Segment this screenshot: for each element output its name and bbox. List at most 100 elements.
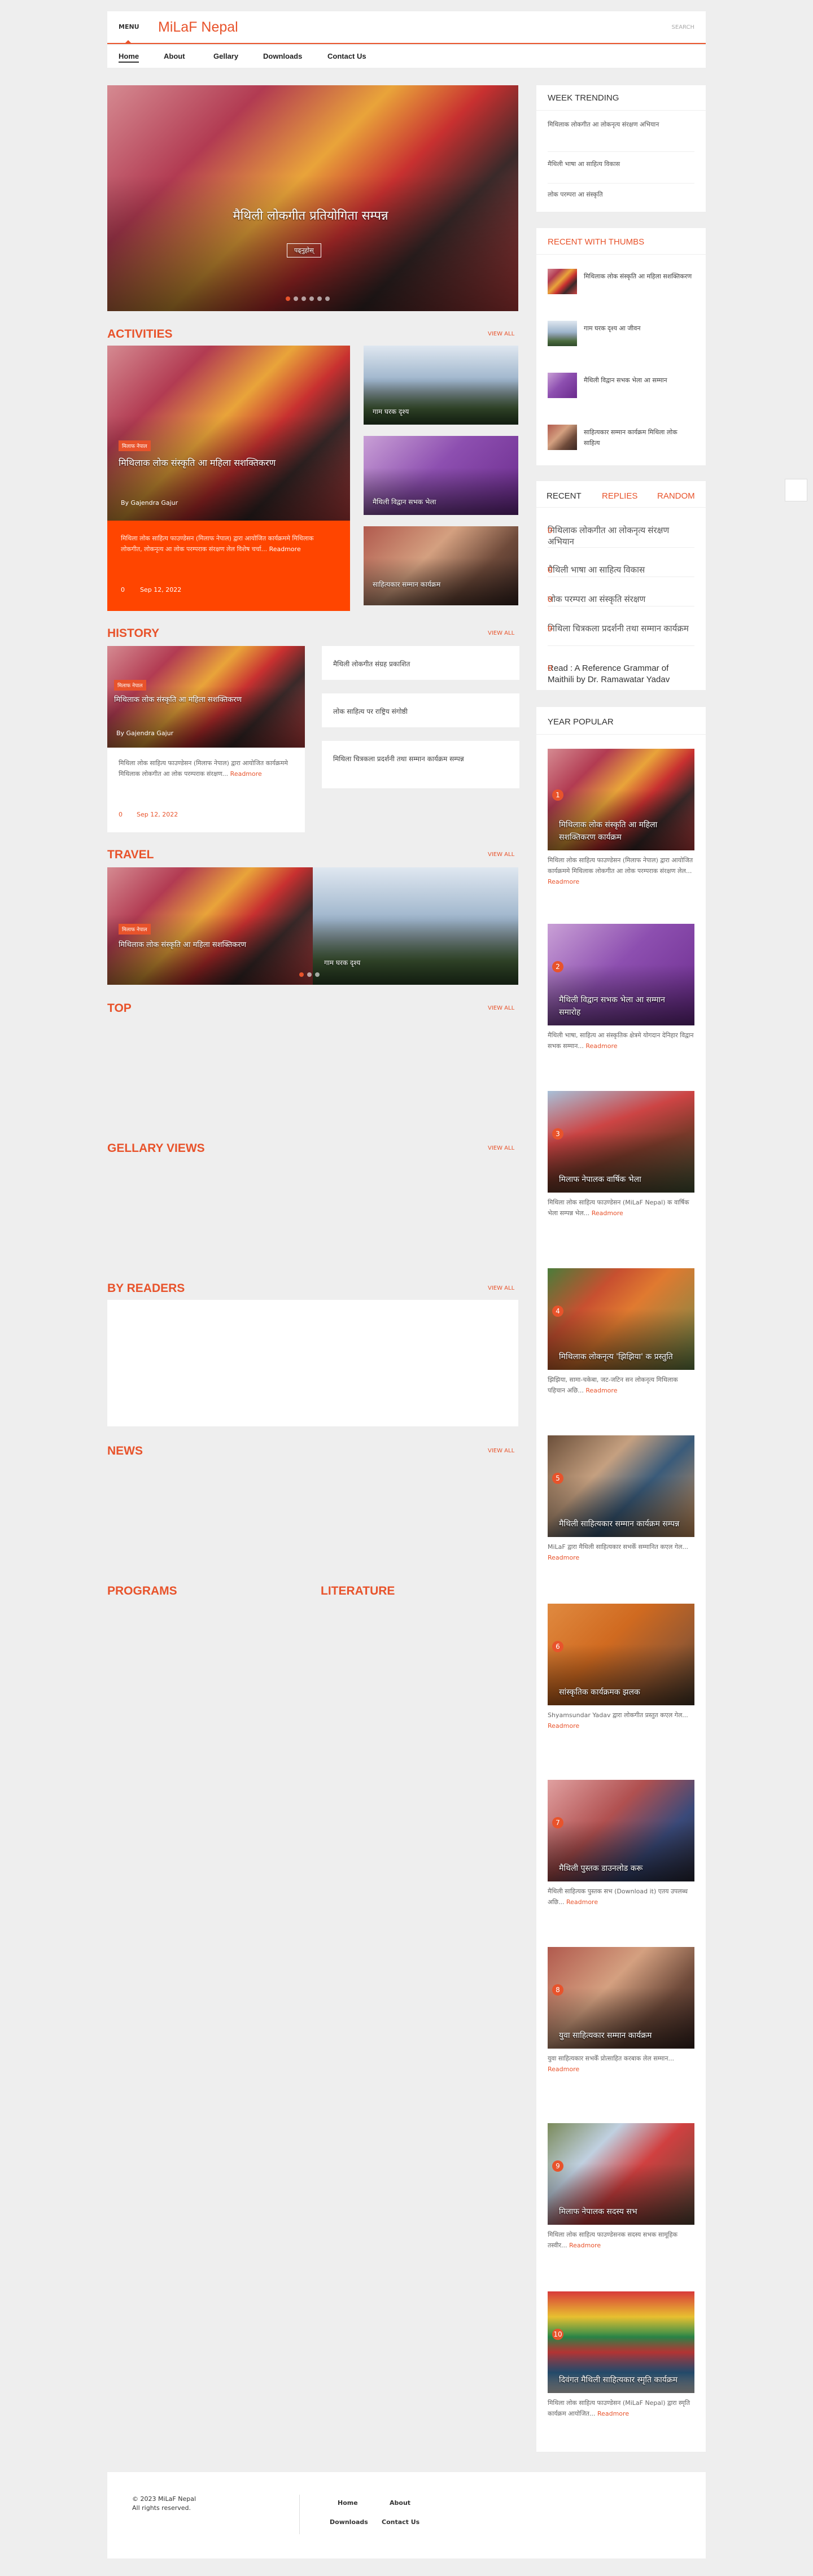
readmore-link[interactable]: Readmore bbox=[548, 1554, 579, 1561]
thumbnail[interactable] bbox=[548, 425, 577, 450]
comment-count[interactable]: 0 bbox=[548, 623, 552, 635]
popular-title[interactable]: मिलाफ नेपालक सदस्य सभ bbox=[559, 2206, 686, 2218]
tab-list-item[interactable]: मिथिला चित्रकला प्रदर्शनी तथा सम्मान कार… bbox=[548, 613, 694, 646]
history-main-author[interactable]: By Gajendra Gajur bbox=[116, 730, 173, 737]
readmore-link[interactable]: Readmore bbox=[597, 2410, 629, 2417]
slider-dot[interactable] bbox=[286, 296, 290, 301]
travel-slide-1[interactable]: मिलाफ नेपाल मिथिलाक लोक संस्कृति आ महिला… bbox=[107, 867, 313, 985]
category-badge[interactable]: मिलाफ नेपाल bbox=[119, 924, 151, 935]
recent-thumb-item[interactable]: गाम घरक दृश्य आ जीवन bbox=[548, 321, 694, 355]
comment-count[interactable]: 0 bbox=[119, 811, 123, 818]
readmore-link[interactable]: Readmore bbox=[585, 1387, 617, 1394]
thumbnail[interactable] bbox=[548, 373, 577, 398]
popular-title[interactable]: मैथिली पुस्तक डाउनलोड करू bbox=[559, 1862, 686, 1875]
footer-link-downloads[interactable]: Downloads bbox=[330, 2518, 368, 2526]
footer-link-home[interactable]: Home bbox=[338, 2499, 358, 2507]
travel-slide-title[interactable]: मिथिलाक लोक संस्कृति आ महिला सशक्तिकरण bbox=[119, 940, 305, 951]
history-list-item[interactable]: मैथिली लोकगीत संग्रह प्रकाशित bbox=[322, 646, 519, 680]
slider-dot[interactable] bbox=[309, 296, 314, 301]
popular-title[interactable]: मिथिलाक लोक संस्कृति आ महिला सशक्तिकरण क… bbox=[559, 819, 686, 844]
tab-list-text[interactable]: मैथिली भाषा आ साहित्य विकास bbox=[548, 565, 645, 576]
tab-random[interactable]: RANDOM bbox=[657, 491, 695, 501]
thumbnail[interactable] bbox=[548, 269, 577, 294]
recent-thumb-title[interactable]: साहित्यकार सम्मान कार्यक्रम मिथिला लोक स… bbox=[584, 427, 694, 448]
activity-side-image-2[interactable]: मैथिली विद्वान सभक भेला bbox=[364, 436, 518, 515]
popular-image[interactable]: 7 मैथिली पुस्तक डाउनलोड करू bbox=[548, 1780, 694, 1881]
slider-dot[interactable] bbox=[299, 972, 304, 977]
activity-main-image[interactable]: मिलाफ नेपाल मिथिलाक लोक संस्कृति आ महिला… bbox=[107, 346, 350, 521]
slider-dot[interactable] bbox=[325, 296, 330, 301]
trending-item[interactable]: लोक परम्परा आ संस्कृति bbox=[548, 189, 694, 206]
readmore-link[interactable]: Readmore bbox=[585, 1042, 617, 1050]
activity-side-image-1[interactable]: गाम घरक दृश्य bbox=[364, 346, 518, 425]
category-badge[interactable]: मिलाफ नेपाल bbox=[114, 680, 146, 691]
view-all-history[interactable]: VIEW ALL bbox=[488, 630, 514, 636]
readmore-link[interactable]: Readmore bbox=[548, 1722, 579, 1730]
slider-dot[interactable] bbox=[307, 972, 312, 977]
nav-item-contact[interactable]: Contact Us bbox=[327, 52, 366, 60]
site-logo[interactable]: MiLaF Nepal bbox=[158, 19, 238, 36]
view-all-readers[interactable]: VIEW ALL bbox=[488, 1285, 514, 1291]
history-main-image[interactable]: मिलाफ नेपाल मिथिलाक लोक संस्कृति आ महिला… bbox=[107, 646, 305, 748]
activity-main-title[interactable]: मिथिलाक लोक संस्कृति आ महिला सशक्तिकरण bbox=[119, 456, 339, 470]
floating-button[interactable] bbox=[785, 479, 807, 501]
slider-dot[interactable] bbox=[294, 296, 298, 301]
tab-recent[interactable]: RECENT bbox=[547, 491, 582, 501]
hero-title[interactable]: मैथिली लोकगीत प्रतियोगिता सम्पन्न bbox=[141, 207, 480, 224]
footer-link-contact[interactable]: Contact Us bbox=[382, 2518, 419, 2526]
thumbnail[interactable] bbox=[548, 321, 577, 346]
tab-list-text[interactable]: Read : A Reference Grammar of Maithili b… bbox=[548, 663, 694, 686]
popular-title[interactable]: युवा साहित्यकार सम्मान कार्यक्रम bbox=[559, 2029, 686, 2042]
recent-thumb-title[interactable]: गाम घरक दृश्य आ जीवन bbox=[584, 323, 694, 334]
view-all-news[interactable]: VIEW ALL bbox=[488, 1448, 514, 1454]
activity-side-title[interactable]: साहित्यकार सम्मान कार्यक्रम bbox=[373, 579, 508, 590]
tab-list-text[interactable]: मिथिलाक लोकगीत आ लोकनृत्य संरक्षण अभियान bbox=[548, 525, 694, 548]
nav-item-downloads[interactable]: Downloads bbox=[263, 52, 302, 60]
readmore-link[interactable]: Readmore bbox=[548, 878, 579, 885]
popular-image[interactable]: 4 मिथिलाक लोकनृत्य 'झिझिया' क प्रस्तुति bbox=[548, 1268, 694, 1370]
popular-title[interactable]: दिवंगत मैथिली साहित्यकार स्मृति कार्यक्र… bbox=[559, 2374, 686, 2386]
popular-image[interactable]: 2 मैथिली विद्वान सभक भेला आ सम्मान समारो… bbox=[548, 924, 694, 1025]
popular-title[interactable]: मैथिली विद्वान सभक भेला आ सम्मान समारोह bbox=[559, 994, 686, 1019]
tab-list-text[interactable]: मिथिला चित्रकला प्रदर्शनी तथा सम्मान कार… bbox=[548, 623, 689, 635]
recent-thumb-title[interactable]: मिथिलाक लोक संस्कृति आ महिला सशक्तिकरण bbox=[584, 271, 694, 282]
slider-dot[interactable] bbox=[317, 296, 322, 301]
readmore-link[interactable]: Readmore bbox=[592, 1210, 623, 1217]
comment-count[interactable]: 0 bbox=[548, 525, 552, 536]
travel-slide-title[interactable]: गाम घरक दृश्य bbox=[324, 958, 360, 967]
recent-thumb-title[interactable]: मैथिली विद्वान सभक भेला आ सम्मान bbox=[584, 375, 694, 386]
tab-list-item[interactable]: मिथिलाक लोकगीत आ लोकनृत्य संरक्षण अभियान… bbox=[548, 515, 694, 548]
view-all-gellary[interactable]: VIEW ALL bbox=[488, 1145, 514, 1151]
tab-list-text[interactable]: लोक परम्परा आ संस्कृति संरक्षण bbox=[548, 594, 645, 605]
popular-title[interactable]: सांस्कृतिक कार्यक्रमक झलक bbox=[559, 1686, 686, 1699]
readmore-link[interactable]: Readmore bbox=[269, 545, 301, 553]
hero-button[interactable]: पढ्नुहोस् bbox=[287, 243, 321, 257]
popular-image[interactable]: 6 सांस्कृतिक कार्यक्रमक झलक bbox=[548, 1604, 694, 1705]
slider-dot[interactable] bbox=[301, 296, 306, 301]
history-list-title[interactable]: मिथिला चित्रकला प्रदर्शनी तथा सम्मान कार… bbox=[333, 753, 508, 765]
popular-image[interactable]: 9 मिलाफ नेपालक सदस्य सभ bbox=[548, 2123, 694, 2225]
readmore-link[interactable]: Readmore bbox=[548, 2066, 579, 2073]
activity-side-title[interactable]: गाम घरक दृश्य bbox=[373, 407, 409, 416]
recent-thumb-item[interactable]: मिथिलाक लोक संस्कृति आ महिला सशक्तिकरण bbox=[548, 269, 694, 303]
activity-main-author[interactable]: By Gajendra Gajur bbox=[121, 499, 178, 507]
readmore-link[interactable]: Readmore bbox=[230, 770, 262, 778]
popular-image[interactable]: 10 दिवंगत मैथिली साहित्यकार स्मृति कार्य… bbox=[548, 2291, 694, 2393]
readmore-link[interactable]: Readmore bbox=[566, 1898, 598, 1906]
comment-count[interactable]: 0 bbox=[548, 594, 552, 605]
slider-dot[interactable] bbox=[315, 972, 320, 977]
popular-image[interactable]: 8 युवा साहित्यकार सम्मान कार्यक्रम bbox=[548, 1947, 694, 2049]
history-list-item[interactable]: मिथिला चित्रकला प्रदर्शनी तथा सम्मान कार… bbox=[322, 741, 519, 788]
history-main-title[interactable]: मिथिलाक लोक संस्कृति आ महिला सशक्तिकरण bbox=[114, 695, 295, 706]
comment-count[interactable]: 0 bbox=[548, 565, 552, 576]
tab-list-item[interactable]: Read : A Reference Grammar of Maithili b… bbox=[548, 653, 694, 684]
history-list-title[interactable]: लोक साहित्य पर राष्ट्रिय संगोष्ठी bbox=[333, 706, 508, 717]
tab-list-item[interactable]: मैथिली भाषा आ साहित्य विकास 0 bbox=[548, 555, 694, 577]
nav-item-gellary[interactable]: Gellary bbox=[213, 52, 238, 60]
search-button[interactable]: SEARCH bbox=[672, 24, 694, 30]
history-list-item[interactable]: लोक साहित्य पर राष्ट्रिय संगोष्ठी bbox=[322, 693, 519, 727]
tab-replies[interactable]: REPLIES bbox=[602, 491, 637, 501]
nav-item-about[interactable]: About bbox=[164, 52, 185, 60]
popular-title[interactable]: मिलाफ नेपालक वार्षिक भेला bbox=[559, 1173, 686, 1186]
comment-count[interactable]: 0 bbox=[121, 586, 125, 593]
